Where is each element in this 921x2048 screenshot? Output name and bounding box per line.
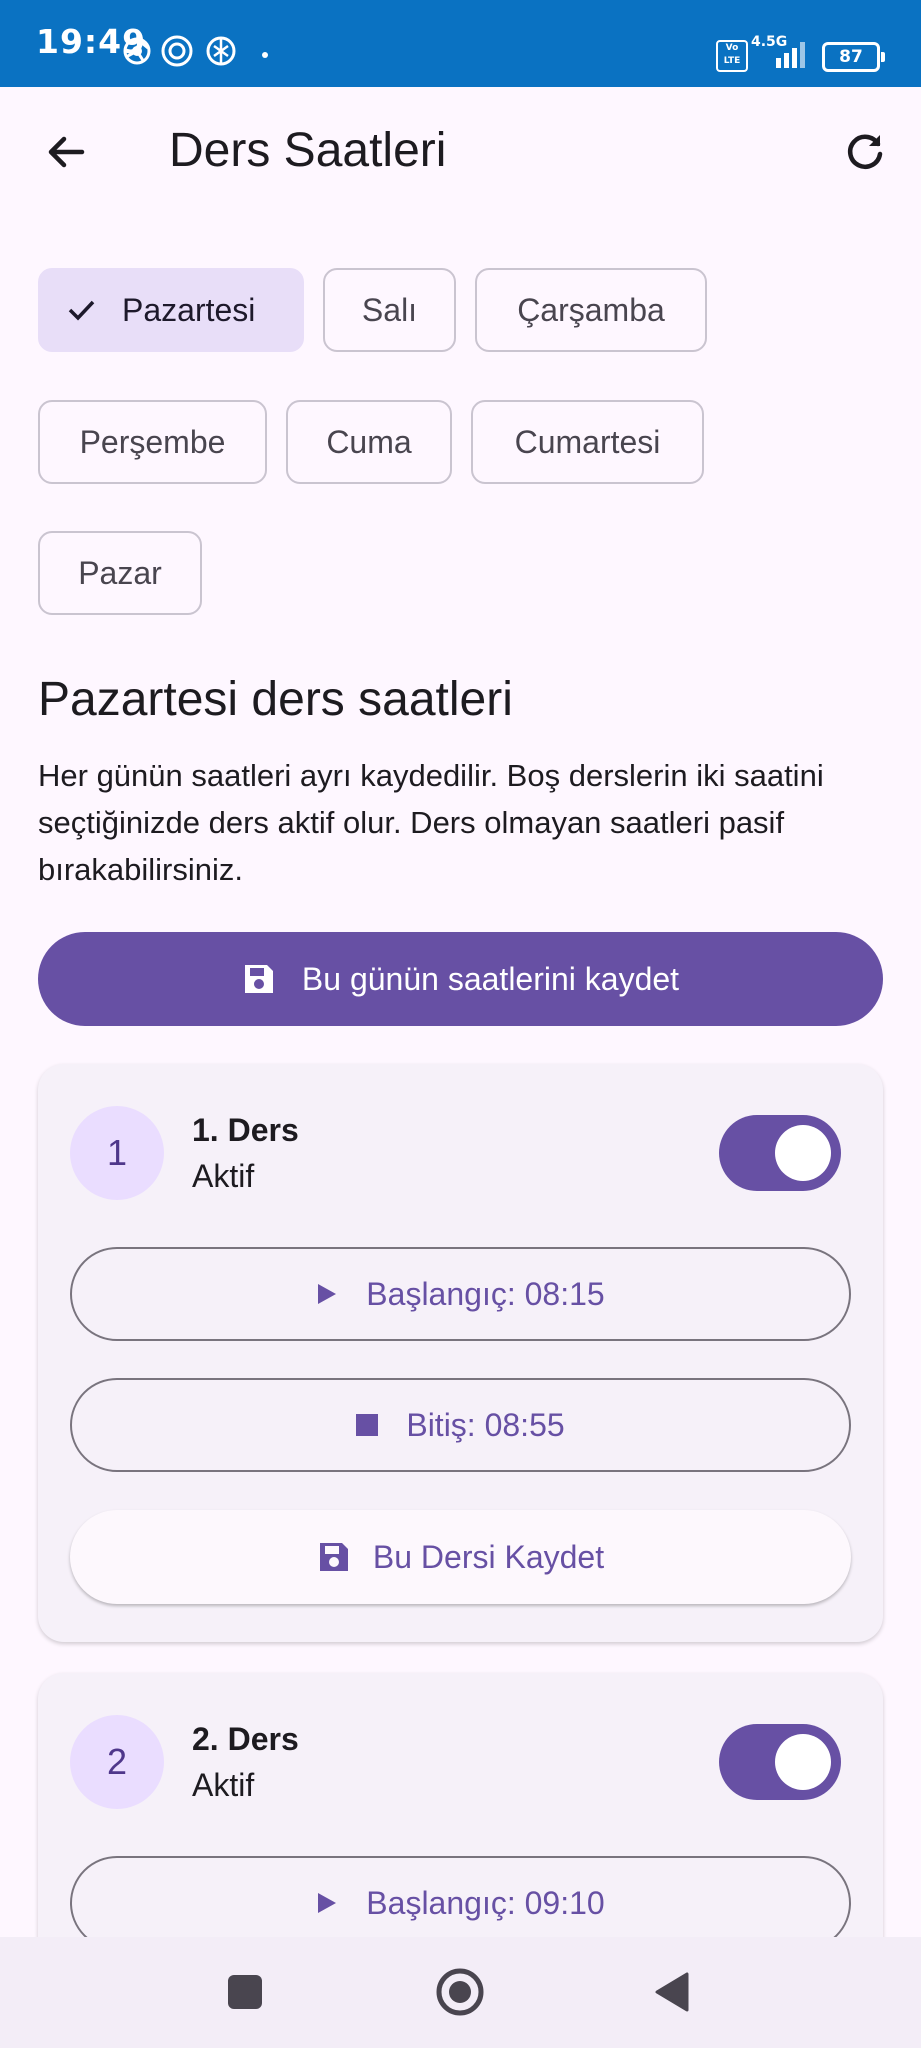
system-nav-bar	[0, 1937, 921, 2048]
threads-icon	[161, 35, 193, 67]
day-chip-cuma[interactable]: Cuma	[286, 400, 452, 484]
check-icon	[68, 300, 95, 321]
battery-icon: 87	[822, 42, 885, 72]
save-lesson-label: Bu Dersi Kaydet	[372, 1538, 605, 1575]
lesson-title: 2. Ders	[192, 1721, 299, 1757]
day-chip-label: Pazar	[78, 554, 162, 591]
day-chip-label: Pazartesi	[122, 291, 256, 328]
chrome-icon	[123, 37, 151, 65]
toggle-thumb	[775, 1734, 831, 1790]
day-chip-persembe[interactable]: Perşembe	[38, 400, 267, 484]
day-chip-label: Cuma	[326, 423, 412, 460]
notification-dot	[262, 52, 268, 58]
play-icon	[316, 1282, 338, 1306]
start-time-button[interactable]: Başlangıç: 09:10	[70, 1856, 851, 1950]
lesson-status: Aktif	[192, 1158, 255, 1194]
day-chip-label: Cumartesi	[514, 423, 661, 460]
arrow-back-icon	[48, 136, 85, 168]
play-icon	[316, 1891, 338, 1915]
day-chip-cumartesi[interactable]: Cumartesi	[471, 400, 704, 484]
start-time-label: Başlangıç: 09:10	[366, 1884, 605, 1921]
square-icon	[228, 1975, 262, 2009]
home-button[interactable]	[427, 1959, 493, 2025]
day-chip-sali[interactable]: Salı	[323, 268, 456, 352]
page-title: Ders Saatleri	[169, 124, 447, 177]
stop-icon	[356, 1414, 379, 1436]
signal-icon	[776, 42, 805, 68]
day-chip-pazartesi[interactable]: Pazartesi	[38, 268, 304, 352]
end-time-button[interactable]: Bitiş: 08:55	[70, 1378, 851, 1472]
day-chip-label: Çarşamba	[517, 291, 665, 328]
toggle-thumb	[775, 1125, 831, 1181]
section-title: Pazartesi ders saatleri	[38, 673, 513, 726]
day-chip-label: Perşembe	[79, 423, 226, 460]
refresh-icon	[847, 134, 883, 169]
save-lesson-button[interactable]: Bu Dersi Kaydet	[70, 1510, 851, 1604]
recents-button[interactable]	[212, 1959, 278, 2025]
app-bar: Ders Saatleri	[0, 87, 921, 217]
start-time-label: Başlangıç: 08:15	[366, 1275, 605, 1312]
save-icon	[242, 962, 276, 996]
circle-home-icon	[436, 1968, 484, 2016]
nav-back-button[interactable]	[640, 1959, 706, 2025]
chatgpt-icon	[206, 36, 236, 66]
save-icon	[317, 1540, 351, 1574]
triangle-back-icon	[655, 1972, 689, 2012]
lesson-status: Aktif	[192, 1767, 255, 1803]
section-description: Her günün saatleri ayrı kaydedilir. Boş …	[38, 758, 824, 887]
lesson-active-toggle[interactable]	[719, 1115, 841, 1191]
end-time-label: Bitiş: 08:55	[406, 1406, 565, 1443]
lesson-title: 1. Ders	[192, 1112, 299, 1148]
lesson-active-toggle[interactable]	[719, 1724, 841, 1800]
save-day-button[interactable]: Bu günün saatlerini kaydet	[38, 932, 883, 1026]
lesson-card: 2 2. Ders Aktif Başlangıç: 09:10	[38, 1673, 883, 1973]
refresh-button[interactable]	[833, 120, 897, 184]
back-button[interactable]	[34, 120, 98, 184]
day-chip-pazar[interactable]: Pazar	[38, 531, 202, 615]
status-bar: 19:49 Vo LTE 4.5G 87	[0, 0, 921, 87]
day-chip-label: Salı	[361, 291, 418, 328]
lesson-card: 1 1. Ders Aktif Başlangıç: 08:15 Bitiş: …	[38, 1064, 883, 1642]
save-day-label: Bu günün saatlerini kaydet	[301, 960, 680, 997]
volte-icon: Vo LTE	[716, 40, 748, 72]
start-time-button[interactable]: Başlangıç: 08:15	[70, 1247, 851, 1341]
lesson-number: 2	[70, 1715, 164, 1809]
day-chip-carsamba[interactable]: Çarşamba	[475, 268, 707, 352]
lesson-number: 1	[70, 1106, 164, 1200]
